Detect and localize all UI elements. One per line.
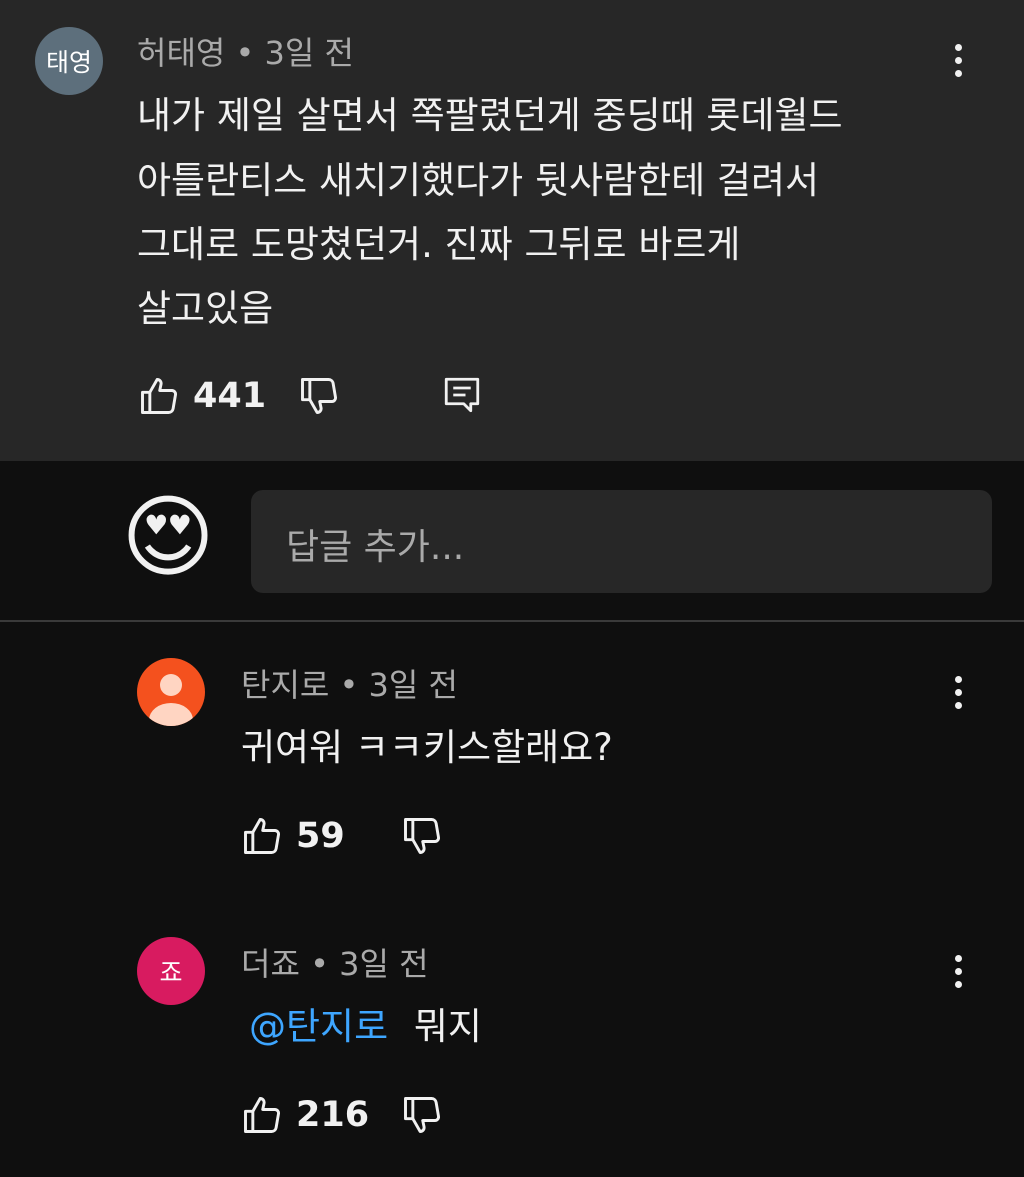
like-icon[interactable] xyxy=(240,814,284,858)
more-options-icon[interactable] xyxy=(948,676,968,709)
avatar[interactable]: 죠 xyxy=(137,937,205,1005)
avatar[interactable]: 태영 xyxy=(35,27,103,95)
comment-line: 내가 제일 살면서 쪽팔렸던게 중딩때 롯데월드 xyxy=(137,94,843,137)
dislike-icon[interactable] xyxy=(400,814,444,858)
reply-text: 귀여워 ㅋㅋ키스할래요? xyxy=(241,726,613,769)
reply-time: 3일 전 xyxy=(339,945,429,983)
comment-line: 살고있음 xyxy=(137,287,274,330)
meta-separator: • xyxy=(235,34,265,72)
reply-text: 뭐지 xyxy=(413,1005,482,1048)
divider xyxy=(0,620,1024,622)
more-options-icon[interactable] xyxy=(948,955,968,988)
meta-separator: • xyxy=(339,666,369,704)
comment-time: 3일 전 xyxy=(264,34,354,72)
avatar-text: 죠 xyxy=(159,958,183,987)
like-icon[interactable] xyxy=(240,1093,284,1137)
like-count: 59 xyxy=(296,816,345,856)
reply-time: 3일 전 xyxy=(368,666,458,704)
comment-line: 그대로 도망쳤던거. 진짜 그뒤로 바르게 xyxy=(137,223,741,266)
default-user-icon xyxy=(149,674,193,726)
reply-meta: 탄지로 • 3일 전 xyxy=(241,660,458,706)
mention-link[interactable]: @탄지로 xyxy=(249,1005,388,1048)
avatar-text: 태영 xyxy=(45,48,92,77)
reply-author[interactable]: 더죠 xyxy=(241,945,300,983)
comment-meta: 허태영 • 3일 전 xyxy=(137,28,354,74)
comment-author[interactable]: 허태영 xyxy=(137,34,225,72)
comment-line: 아틀란티스 새치기했다가 뒷사람한테 걸려서 xyxy=(137,159,820,202)
reply-author[interactable]: 탄지로 xyxy=(241,666,329,704)
emoji-avatar-icon: 😍 xyxy=(121,485,215,590)
avatar[interactable] xyxy=(137,658,205,726)
meta-separator: • xyxy=(310,945,340,983)
like-count: 216 xyxy=(296,1095,370,1135)
reply-body: @탄지로 뭐지 xyxy=(249,996,482,1050)
reply-meta: 더죠 • 3일 전 xyxy=(241,939,429,985)
more-options-icon[interactable] xyxy=(948,44,968,77)
dislike-icon[interactable] xyxy=(297,374,341,418)
reply-input-placeholder[interactable]: 답글 추가... xyxy=(286,518,464,570)
dislike-icon[interactable] xyxy=(400,1093,444,1137)
user-emoji-avatar: 😍 xyxy=(114,484,222,592)
like-icon[interactable] xyxy=(137,374,181,418)
reply-comment-icon[interactable] xyxy=(441,374,483,416)
like-count: 441 xyxy=(193,376,267,416)
